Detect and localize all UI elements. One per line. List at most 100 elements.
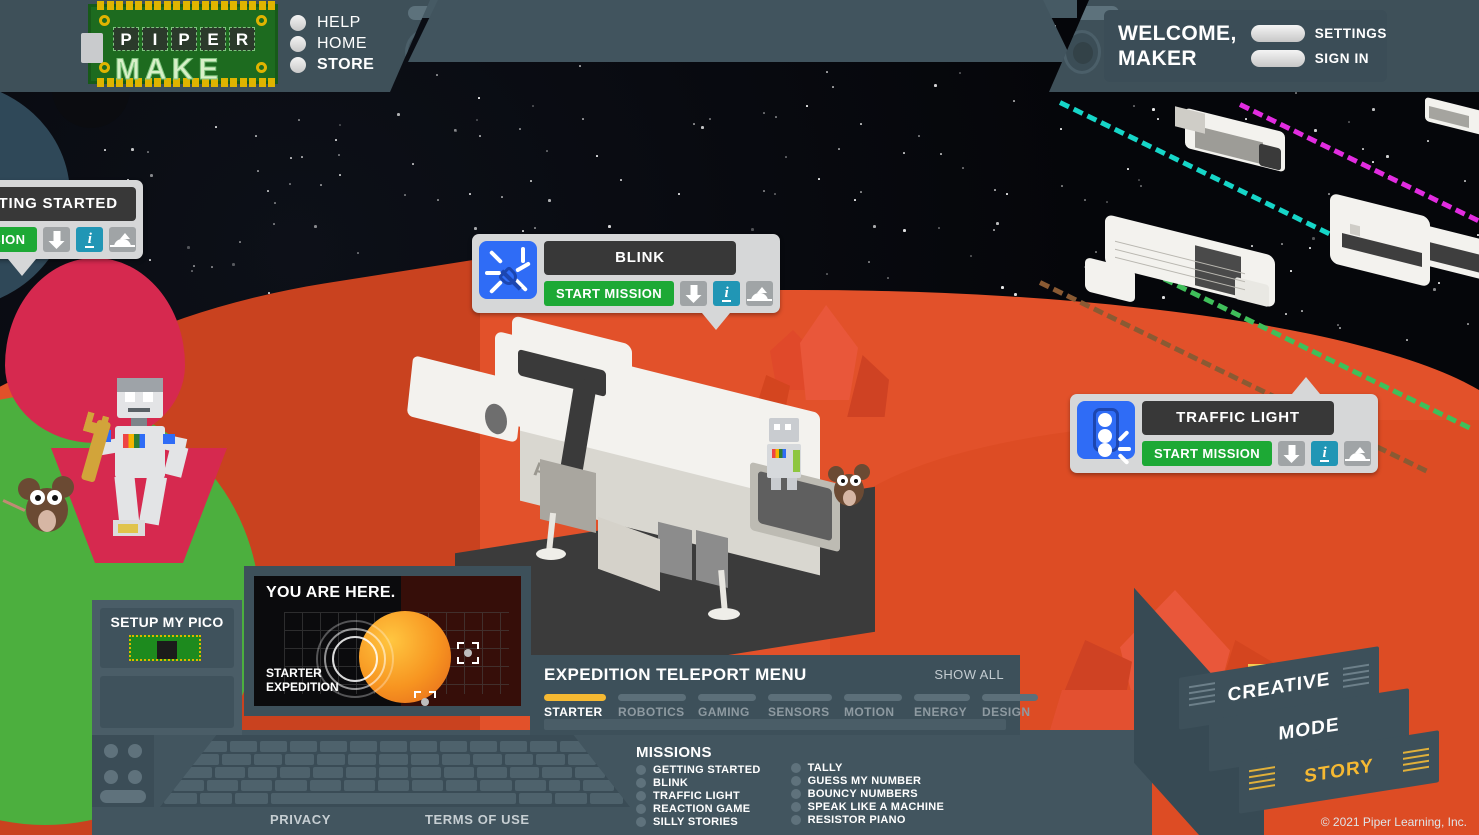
mission-list-item[interactable]: GUESS MY NUMBER: [791, 774, 945, 787]
console-key: [536, 754, 564, 765]
main-nav: HELP HOME STORE: [290, 12, 374, 75]
nav-item-home[interactable]: HOME: [290, 33, 374, 54]
star: [1001, 286, 1004, 289]
setup-my-pico-panel[interactable]: SETUP MY PICO: [92, 600, 242, 735]
info-icon[interactable]: i: [76, 227, 103, 252]
mission-list-item[interactable]: RESISTOR PIANO: [791, 813, 945, 826]
info-icon[interactable]: i: [1311, 441, 1338, 466]
star: [903, 152, 905, 154]
console-key: [505, 754, 533, 765]
upload-icon[interactable]: [746, 281, 773, 306]
star: [1013, 100, 1015, 102]
console-key: [215, 767, 245, 778]
teleport-tab-sensors[interactable]: SENSORS: [768, 694, 832, 719]
welcome-line-1: WELCOME,: [1118, 22, 1237, 45]
setup-my-pico-label: SETUP MY PICO: [100, 608, 234, 630]
piper-make-logo[interactable]: PIPER MAKE: [88, 4, 278, 84]
teleport-tab-energy[interactable]: ENERGY: [914, 694, 970, 719]
star: [239, 241, 241, 243]
teleport-tab-design[interactable]: DESIGN: [982, 694, 1038, 719]
mission-list-item-label: REACTION GAME: [653, 803, 750, 815]
star: [806, 105, 808, 107]
minimap-panel[interactable]: YOU ARE HERE. STARTER EXPEDITION: [244, 566, 531, 716]
mission-list-item[interactable]: TRAFFIC LIGHT: [636, 789, 761, 802]
logo-word-piper: PIPER: [113, 27, 255, 51]
settings-button[interactable]: SETTINGS: [1251, 25, 1387, 42]
star: [940, 153, 942, 155]
mission-card-traffic-light[interactable]: TRAFFIC LIGHT START MISSION i: [1070, 394, 1378, 473]
star: [763, 112, 765, 114]
nav-item-help[interactable]: HELP: [290, 12, 374, 33]
star: [868, 261, 870, 263]
star: [1152, 108, 1155, 111]
star: [149, 259, 151, 261]
teleport-tab-robotics[interactable]: ROBOTICS: [618, 694, 686, 719]
logo-word-make: MAKE: [115, 53, 223, 87]
mission-list-item[interactable]: SPEAK LIKE A MACHINE: [791, 800, 945, 813]
start-mission-button-blink[interactable]: START MISSION: [544, 281, 674, 306]
start-mission-button-getting-started[interactable]: SION: [0, 227, 37, 252]
mission-card-getting-started[interactable]: TING STARTED SION i: [0, 180, 143, 259]
mission-list-item[interactable]: BLINK: [636, 776, 761, 789]
pico-board-icon: [129, 635, 201, 661]
star: [1362, 148, 1364, 150]
mode-buttons-group: CREATIVE MODE STORY: [1149, 632, 1479, 807]
mission-list-item[interactable]: BOUNCY NUMBERS: [791, 787, 945, 800]
star: [147, 151, 149, 153]
pico-secondary-slot[interactable]: [100, 676, 234, 728]
console-key: [470, 741, 497, 752]
privacy-link[interactable]: PRIVACY: [270, 812, 331, 827]
mission-list-item[interactable]: REACTION GAME: [636, 802, 761, 815]
star: [854, 199, 856, 201]
info-icon[interactable]: i: [713, 281, 740, 306]
star: [193, 265, 195, 267]
star: [938, 227, 940, 229]
star: [1348, 121, 1350, 123]
star: [1133, 105, 1135, 107]
star: [678, 193, 680, 195]
nav-item-label: STORE: [317, 56, 374, 74]
star: [918, 135, 920, 137]
console-key: [254, 754, 282, 765]
teleport-tab-starter[interactable]: STARTER: [544, 694, 606, 719]
star: [131, 148, 134, 151]
star: [818, 178, 820, 180]
star: [215, 126, 217, 128]
teleport-bottom-strip: [544, 719, 1006, 730]
console-key: [380, 741, 407, 752]
missions-heading: MISSIONS: [636, 744, 761, 761]
teleport-tab-motion[interactable]: MOTION: [844, 694, 902, 719]
mission-card-blink[interactable]: BLINK START MISSION i: [472, 234, 780, 313]
console-key: [555, 793, 588, 804]
upload-icon[interactable]: [109, 227, 136, 252]
setup-my-pico-button[interactable]: SETUP MY PICO: [100, 608, 234, 668]
star: [1312, 237, 1315, 240]
fleet-ship-3: [1085, 215, 1305, 330]
missions-column-2: TALLY GUESS MY NUMBER BOUNCY NUMBERS SPEAK …: [791, 744, 945, 828]
star: [970, 255, 972, 257]
console-key: [542, 767, 572, 778]
star: [860, 191, 862, 193]
teleport-tab-label: STARTER: [544, 705, 606, 719]
download-icon[interactable]: [43, 227, 70, 252]
star: [150, 174, 153, 177]
terms-link[interactable]: TERMS OF USE: [425, 812, 530, 827]
sign-in-button[interactable]: SIGN IN: [1251, 50, 1387, 67]
download-icon[interactable]: [680, 281, 707, 306]
console-keyboard: [160, 735, 630, 807]
mission-list-item[interactable]: TALLY: [791, 761, 945, 774]
mission-list-item[interactable]: GETTING STARTED: [636, 763, 761, 776]
nav-item-store[interactable]: STORE: [290, 54, 374, 75]
expedition-label-line2: EXPEDITION: [266, 680, 339, 694]
download-icon[interactable]: [1278, 441, 1305, 466]
upload-icon[interactable]: [1344, 441, 1371, 466]
star: [257, 170, 259, 172]
teleport-tab-gaming[interactable]: GAMING: [698, 694, 756, 719]
star: [357, 252, 359, 254]
show-all-button[interactable]: SHOW ALL: [934, 667, 1004, 682]
settings-label: SETTINGS: [1315, 26, 1387, 41]
start-mission-button-traffic-light[interactable]: START MISSION: [1142, 441, 1272, 466]
mission-list-item[interactable]: SILLY STORIES: [636, 815, 761, 828]
star: [437, 199, 439, 201]
star: [994, 189, 996, 191]
